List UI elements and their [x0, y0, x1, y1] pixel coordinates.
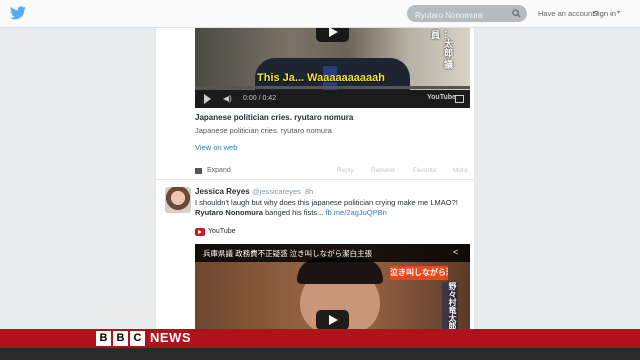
- reply-action[interactable]: Reply: [337, 167, 354, 174]
- card-description: Japanese politician cries. ryutaro nomur…: [195, 126, 332, 135]
- top-navigation-bar: Have an account? Sign in ▾: [0, 0, 640, 28]
- twitter-bird-icon[interactable]: [10, 6, 26, 20]
- tweet-divider: [156, 179, 474, 180]
- search-icon[interactable]: [512, 9, 521, 18]
- youtube-logo[interactable]: YouTube: [427, 94, 456, 101]
- tweet-mention: Ryutaro Nonomura: [195, 208, 263, 217]
- play-icon[interactable]: [204, 94, 211, 104]
- search-input[interactable]: [407, 7, 503, 24]
- card-title[interactable]: Japanese politician cries. ryutaro nomur…: [195, 113, 353, 122]
- tweet-stream: …太郎 議員 This Ja... Waaaaaaaaaah ◀) 0:00 /…: [155, 28, 475, 360]
- video-controls: ◀) 0:00 / 0:42 YouTube: [195, 90, 470, 108]
- tweet-link[interactable]: fb.me/2agJuQPBn: [325, 208, 386, 217]
- retweet-action[interactable]: Retweet: [371, 167, 395, 174]
- share-icon[interactable]: <: [453, 247, 458, 257]
- volume-icon[interactable]: ◀): [223, 94, 232, 103]
- expand-icon[interactable]: [195, 168, 202, 174]
- tweet-text-fragment: banged his fists...: [262, 208, 326, 217]
- chevron-down-icon[interactable]: ▾: [617, 9, 620, 16]
- bbc-logo-letter: C: [130, 331, 145, 346]
- video-time: 0:00 / 0:42: [243, 95, 277, 102]
- view-on-web-link[interactable]: View on web: [195, 143, 237, 152]
- bbc-logo-letter: B: [96, 331, 111, 346]
- tweet-actions: Expand Reply Retweet Favorite More: [195, 167, 475, 177]
- avatar[interactable]: [165, 187, 191, 213]
- video-subtitle: This Ja... Waaaaaaaaaah: [257, 72, 385, 84]
- tweet-timestamp[interactable]: 8h: [305, 187, 313, 196]
- bbc-logo: BBC: [96, 331, 147, 346]
- play-button[interactable]: [316, 310, 349, 330]
- search-box[interactable]: [407, 5, 527, 24]
- video-red-caption: 泣き叫しながら潔白主張: [390, 266, 448, 280]
- more-action[interactable]: More: [453, 167, 468, 174]
- tweet-author-name[interactable]: Jessica Reyes: [195, 187, 250, 196]
- video-headline: 兵庫県議 政務費不正疑惑 泣き叫しながら潔白主張: [203, 249, 373, 258]
- video-title-bar: 兵庫県議 政務費不正疑惑 泣き叫しながら潔白主張 <: [195, 244, 470, 262]
- bbc-bottom-strip: [0, 348, 640, 360]
- sign-in-link[interactable]: Sign in: [593, 9, 616, 18]
- tweet-author-handle[interactable]: @jessicareyes: [252, 187, 301, 196]
- bbc-logo-letter: B: [113, 331, 128, 346]
- tweet-text: I shouldn't laugh but why does this japa…: [195, 198, 458, 207]
- bbc-news-label: NEWS: [150, 330, 191, 345]
- expand-link[interactable]: Expand: [207, 167, 231, 174]
- video-player-1[interactable]: …太郎 議員 This Ja... Waaaaaaaaaah ◀) 0:00 /…: [195, 28, 470, 108]
- video-vertical-caption: …太郎 議員: [430, 30, 453, 69]
- play-button[interactable]: [316, 28, 349, 42]
- media-source-label[interactable]: YouTube: [208, 228, 236, 235]
- video-progress-bar[interactable]: [195, 86, 470, 89]
- fullscreen-icon[interactable]: [455, 95, 464, 103]
- tweet-text-continued: Ryutaro Nonomura banged his fists... fb.…: [195, 208, 387, 217]
- youtube-icon: [195, 228, 205, 236]
- have-account-text: Have an account?: [538, 9, 599, 18]
- favorite-action[interactable]: Favorite: [413, 167, 436, 174]
